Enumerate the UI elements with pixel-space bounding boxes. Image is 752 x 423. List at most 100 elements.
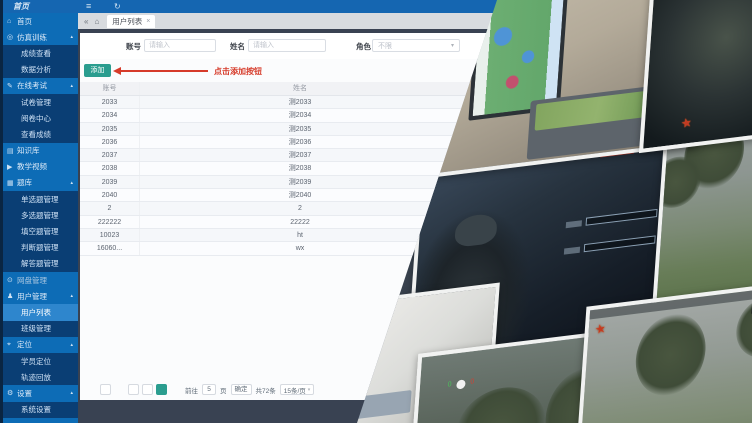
hamburger-menu-icon[interactable]: ≡ bbox=[86, 1, 91, 12]
sidebar-item-icon: ⊙ bbox=[7, 276, 17, 284]
sidebar-item-essay-question[interactable]: 解答题管理 bbox=[0, 256, 78, 272]
cell-account: 2038 bbox=[80, 162, 140, 174]
account-filter-label: 账号 bbox=[126, 41, 141, 52]
add-button[interactable]: 添加 bbox=[84, 64, 111, 77]
cell-name: 22222 bbox=[140, 216, 460, 228]
soldier-closeup-card bbox=[639, 0, 752, 153]
chevron-down-icon: ▾ bbox=[451, 42, 454, 49]
login-account-label bbox=[566, 220, 582, 228]
annotation-text: 点击添加按钮 bbox=[214, 66, 262, 77]
sidebar-item-label: 系统设置 bbox=[21, 404, 51, 415]
pager-page-4[interactable] bbox=[142, 384, 153, 395]
caret-up-icon: ▴ bbox=[70, 83, 73, 89]
sidebar-item-fill-blank[interactable]: 填空题管理 bbox=[0, 223, 78, 239]
cell-name: 测2038 bbox=[140, 162, 460, 174]
sidebar-item-true-false[interactable]: 判断题管理 bbox=[0, 240, 78, 256]
chevron-down-icon: ▾ bbox=[308, 387, 311, 393]
name-filter-input[interactable] bbox=[248, 39, 326, 52]
collapse-sidebar-icon[interactable]: « bbox=[84, 17, 88, 26]
pager-next[interactable] bbox=[170, 384, 181, 395]
cell-account: 2037 bbox=[80, 149, 140, 161]
sidebar-item-icon: ▶ bbox=[7, 163, 17, 171]
sidebar-item-icon: ◎ bbox=[7, 33, 17, 41]
sidebar-item-label: 班级管理 bbox=[21, 323, 51, 334]
tab-label: 用户列表 bbox=[112, 16, 142, 27]
caret-up-icon: ▴ bbox=[70, 180, 73, 186]
top-navbar: 首页 ≡ ↻ bbox=[0, 0, 497, 13]
cell-account: 2 bbox=[80, 202, 140, 214]
goto-page-input[interactable] bbox=[202, 384, 216, 395]
sidebar-group-settings[interactable]: ⚙ 设置 ▴ bbox=[0, 385, 78, 401]
sidebar-item-label: 知识库 bbox=[17, 145, 40, 156]
sidebar-item-label: 填空题管理 bbox=[21, 226, 59, 237]
sidebar-item-label: 定位 bbox=[17, 339, 32, 350]
sidebar-item-class-management[interactable]: 班级管理 bbox=[0, 321, 78, 337]
sidebar-item-score-view[interactable]: 成绩查看 bbox=[0, 45, 78, 61]
sidebar-item-multi-choice[interactable]: 多选题管理 bbox=[0, 207, 78, 223]
confirm-button[interactable]: 确定 bbox=[231, 384, 252, 395]
sidebar-item-label: 数据分析 bbox=[21, 64, 51, 75]
cell-account: 16060... bbox=[80, 242, 140, 254]
sidebar-group-question-bank[interactable]: ▦ 题库 ▴ bbox=[0, 175, 78, 191]
sidebar-group-online-exam[interactable]: ✎ 在线考试 ▴ bbox=[0, 78, 78, 94]
role-select[interactable]: 不限 ▾ bbox=[372, 39, 460, 52]
sidebar-item-marking-center[interactable]: 阅卷中心 bbox=[0, 110, 78, 126]
cell-name: wx bbox=[140, 242, 460, 254]
cell-account: 2036 bbox=[80, 136, 140, 148]
sidebar-item-label: 设置 bbox=[17, 388, 32, 399]
sidebar-item-label: 试卷管理 bbox=[21, 97, 51, 108]
page-size-select[interactable]: 15条/页 ▾ bbox=[280, 384, 315, 395]
caret-up-icon: ▴ bbox=[70, 342, 73, 348]
sidebar-item-icon: ▦ bbox=[7, 179, 17, 187]
caret-up-icon: ▴ bbox=[70, 293, 73, 299]
pager-prev[interactable] bbox=[86, 384, 97, 395]
sidebar-item-teaching-videos[interactable]: ▶ 教学视频 bbox=[0, 159, 78, 175]
home-tab-icon[interactable]: ⌂ bbox=[94, 17, 99, 26]
sidebar-group-simulation-training[interactable]: ◎ 仿真训练 ▴ bbox=[0, 29, 78, 45]
page-size-value: 15条/页 bbox=[284, 385, 306, 395]
sidebar-item-track-playback[interactable]: 轨迹回放 bbox=[0, 369, 78, 385]
sidebar-group-user-management[interactable]: ♟ 用户管理 ▴ bbox=[0, 288, 78, 304]
sidebar-item-netdisk-management[interactable]: ⊙ 网盘管理 bbox=[0, 272, 78, 288]
sidebar-item-icon: ▤ bbox=[7, 147, 17, 155]
sidebar-item-label: 题库 bbox=[17, 177, 32, 188]
cell-name: 测2033 bbox=[140, 96, 460, 108]
sidebar-item-label: 用户列表 bbox=[21, 307, 51, 318]
sidebar-item-home[interactable]: ⌂ 首页 bbox=[0, 13, 78, 29]
pagination: 前往 页 确定 共72条 15条/页 ▾ bbox=[86, 384, 314, 395]
app-logo: 首页 bbox=[13, 1, 29, 12]
score-right: 0 bbox=[470, 377, 475, 388]
score-disc-icon bbox=[456, 379, 466, 389]
sidebar-item-view-scores[interactable]: 查看成绩 bbox=[0, 126, 78, 142]
sidebar-item-icon: ✎ bbox=[7, 82, 17, 90]
account-filter-input[interactable] bbox=[144, 39, 216, 52]
sidebar-item-label: 用户管理 bbox=[17, 291, 47, 302]
sidebar-item-data-analysis[interactable]: 数据分析 bbox=[0, 62, 78, 78]
total-count: 共72条 bbox=[256, 385, 276, 395]
name-filter-label: 姓名 bbox=[230, 41, 245, 52]
sidebar-item-user-list[interactable]: 用户列表 bbox=[0, 304, 78, 320]
sidebar-item-system-settings[interactable]: 系统设置 bbox=[0, 402, 78, 418]
sidebar-item-paper-management[interactable]: 试卷管理 bbox=[0, 94, 78, 110]
close-tab-icon[interactable]: × bbox=[146, 18, 150, 25]
sidebar-item-label: 多选题管理 bbox=[21, 210, 59, 221]
refresh-icon[interactable]: ↻ bbox=[114, 1, 121, 12]
sidebar-item-label: 查看成绩 bbox=[21, 129, 51, 140]
tab-user-list[interactable]: 用户列表 × bbox=[107, 15, 155, 28]
pager-ellipsis[interactable] bbox=[114, 384, 125, 395]
star-badge-icon: ★ bbox=[680, 115, 693, 131]
cell-account: 2033 bbox=[80, 96, 140, 108]
column-header-name: 姓名 bbox=[140, 82, 460, 95]
sidebar-item-label: 单选题管理 bbox=[21, 194, 59, 205]
sidebar-group-positioning[interactable]: ⌖ 定位 ▴ bbox=[0, 337, 78, 353]
pager-page-3[interactable] bbox=[128, 384, 139, 395]
sidebar-item-knowledge-base[interactable]: ▤ 知识库 bbox=[0, 143, 78, 159]
cell-account: 2035 bbox=[80, 123, 140, 135]
cell-account: 2040 bbox=[80, 189, 140, 201]
sidebar-item-student-positioning[interactable]: 学员定位 bbox=[0, 353, 78, 369]
sidebar-item-label: 判断题管理 bbox=[21, 242, 59, 253]
sidebar-item-label: 学员定位 bbox=[21, 356, 51, 367]
pager-page-1[interactable] bbox=[100, 384, 111, 395]
pager-page-5[interactable] bbox=[156, 384, 167, 395]
sidebar-item-single-choice[interactable]: 单选题管理 bbox=[0, 191, 78, 207]
